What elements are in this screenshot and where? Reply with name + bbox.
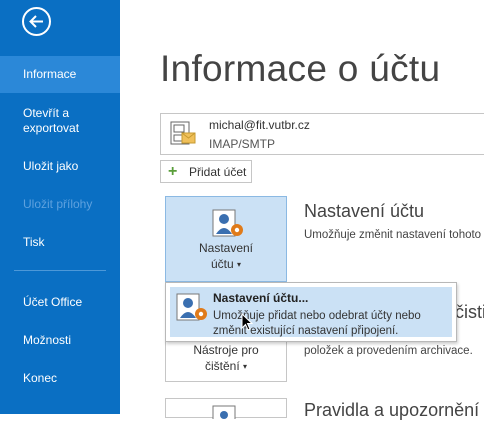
page-title: Informace o účtu	[160, 48, 441, 89]
nav-options-label: Možnosti	[23, 333, 72, 347]
cleanup-tools-label: Nástroje pro	[193, 343, 259, 357]
chevron-down-icon: ▾	[237, 259, 242, 269]
nav-options[interactable]: Možnosti	[0, 333, 120, 348]
rules-heading: Pravidla a upozornění	[304, 400, 480, 420]
cleanup-description: položek a provedením archivace.	[304, 345, 473, 357]
mail-account-icon	[170, 121, 196, 145]
nav-open-export-label-2: exportovat	[23, 121, 80, 135]
nav-print[interactable]: Tisk	[0, 235, 120, 250]
account-settings-tile-label-2: účtu ▾	[166, 256, 286, 273]
nav-divider	[14, 270, 106, 271]
back-arrow-icon	[29, 15, 43, 28]
cleanup-tools-tile[interactable]: Nástroje pro čištění ▾	[165, 342, 287, 382]
nav-office-account-label: Účet Office	[23, 295, 83, 309]
account-settings-heading: Nastavení účtu	[304, 201, 425, 221]
cleanup-tools-line2: čištění	[204, 359, 240, 373]
nav-save-attachments-label: Uložit přílohy	[23, 197, 93, 211]
back-button[interactable]	[22, 7, 51, 36]
account-settings-tile-label: Nastavení	[198, 241, 254, 255]
nav-exit[interactable]: Konec	[0, 371, 120, 386]
account-settings-description: Umožňuje změnit nastavení tohoto	[304, 229, 482, 241]
account-type: IMAP/SMTP	[209, 137, 276, 151]
nav-save-as-label: Uložit jako	[23, 159, 79, 173]
nav-exit-label: Konec	[23, 371, 58, 385]
cleanup-tools-label-2: čištění ▾	[166, 358, 286, 375]
rules-tile[interactable]	[165, 398, 287, 419]
mouse-cursor-icon	[241, 313, 253, 331]
nav-print-label: Tisk	[23, 235, 45, 249]
account-settings-icon	[176, 293, 207, 321]
cleanup-heading-partial: čisti	[455, 302, 484, 322]
nav-open-export[interactable]: Otevřít a exportovat	[0, 106, 120, 136]
nav-info-label: Informace	[23, 67, 77, 81]
nav-save-attachments: Uložit přílohy	[0, 197, 120, 212]
add-account-label: Přidat účet	[189, 165, 247, 179]
account-settings-tile-line2: účtu	[210, 257, 234, 271]
account-settings-dropdown: Nastavení účtu... Umožňuje přidat nebo o…	[165, 282, 457, 342]
account-email: michal@fit.vutbr.cz	[209, 118, 310, 132]
nav-office-account[interactable]: Účet Office	[0, 295, 120, 310]
chevron-down-icon: ▾	[243, 361, 248, 371]
backstage-sidebar: Informace Otevřít a exportovat Uložit ja…	[0, 0, 120, 414]
dropdown-item-title: Nastavení účtu...	[213, 291, 309, 305]
nav-open-export-label: Otevřít a	[23, 106, 70, 120]
rules-icon	[212, 405, 236, 419]
account-settings-tile[interactable]: Nastavení účtu ▾	[165, 196, 287, 282]
nav-info[interactable]: Informace	[0, 56, 120, 93]
dropdown-account-settings-item[interactable]: Nastavení účtu... Umožňuje přidat nebo o…	[170, 287, 452, 337]
nav-save-as[interactable]: Uložit jako	[0, 159, 120, 174]
account-settings-icon	[212, 209, 243, 237]
add-account-button[interactable]: + Přidat účet	[160, 160, 252, 183]
plus-icon: +	[168, 163, 178, 180]
